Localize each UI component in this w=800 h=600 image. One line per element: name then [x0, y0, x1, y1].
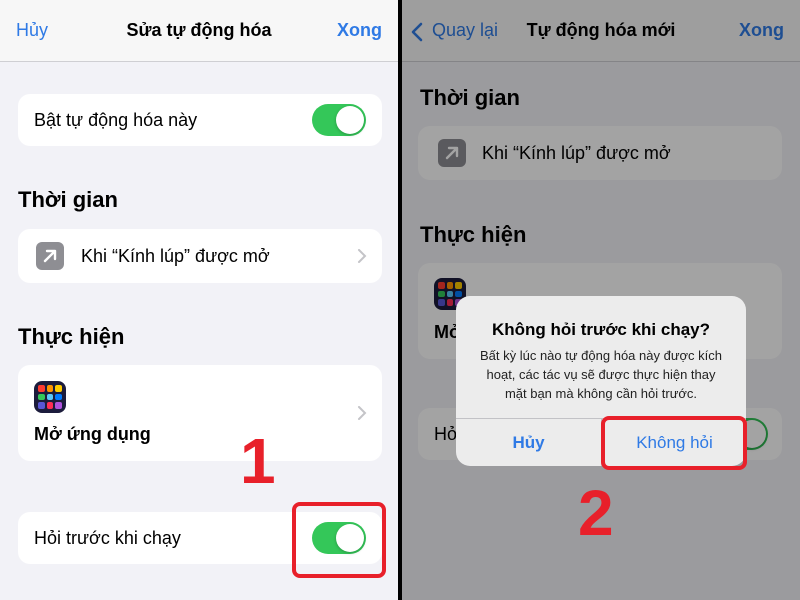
app-tile [55, 393, 62, 401]
alert-message: Bất kỳ lúc nào tự động hóa này được kích… [479, 348, 722, 401]
section-header-do: Thực hiện [18, 324, 125, 349]
highlight-box [601, 416, 747, 470]
toggle-knob [336, 106, 364, 134]
trigger-row[interactable]: Khi “Kính lúp” được mở [18, 229, 382, 283]
chevron-right-icon [358, 249, 367, 263]
app-tile [55, 385, 62, 392]
app-tile [38, 393, 45, 401]
step-number: 2 [578, 477, 614, 549]
action-row[interactable]: Mở ứng dụng [18, 365, 382, 461]
app-tile [55, 402, 62, 409]
trigger-label: Khi “Kính lúp” được mở [81, 246, 270, 266]
section-header-when: Thời gian [18, 187, 118, 212]
chevron-right-icon [358, 406, 367, 420]
enable-automation-toggle[interactable] [312, 104, 366, 136]
enable-automation-label: Bật tự động hóa này [34, 110, 198, 130]
app-tile [46, 393, 54, 401]
new-automation-screen: Quay lại Tự động hóa mới Xong Thời gian … [402, 0, 800, 600]
done-button[interactable]: Xong [337, 20, 382, 41]
step-number: 1 [240, 425, 276, 497]
arrow-up-right-icon [36, 242, 64, 270]
alert-cancel-button[interactable]: Hủy [456, 419, 601, 466]
app-tile [46, 385, 54, 392]
app-grid-icon [34, 381, 66, 413]
app-tile [38, 402, 45, 409]
action-label: Mở ứng dụng [34, 424, 151, 444]
alert-title: Không hỏi trước khi chạy? [491, 320, 711, 339]
app-tile [38, 385, 45, 392]
enable-automation-row: Bật tự động hóa này [18, 94, 382, 146]
navigation-bar: Hủy Sửa tự động hóa Xong [0, 0, 398, 62]
ask-before-running-label: Hỏi trước khi chạy [34, 528, 181, 548]
edit-automation-screen: Hủy Sửa tự động hóa Xong Bật tự động hóa… [0, 0, 398, 600]
highlight-box [292, 502, 386, 578]
app-tile [46, 402, 54, 409]
